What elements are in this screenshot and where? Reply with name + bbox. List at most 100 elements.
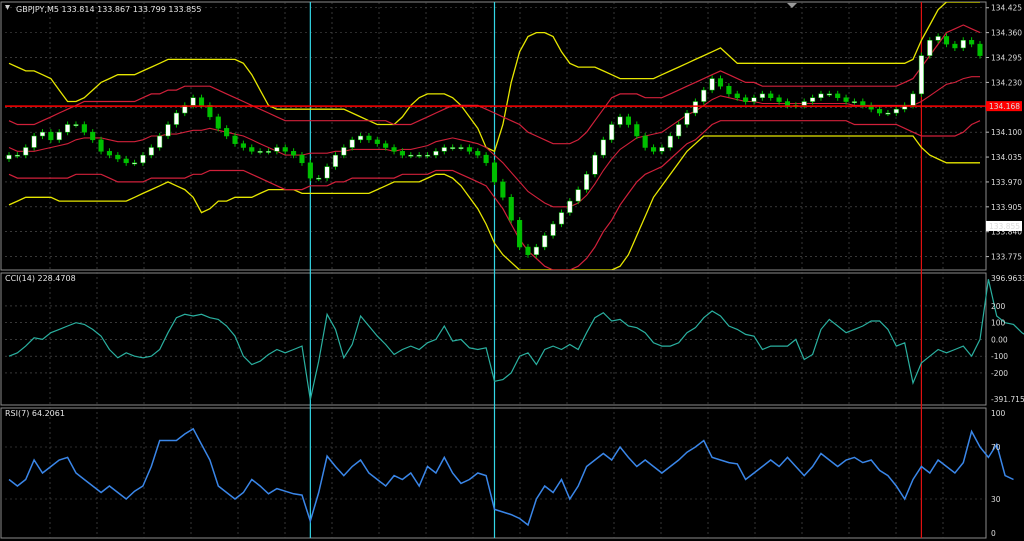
price-level-label: 134.168 — [989, 102, 1020, 111]
candle-body — [659, 147, 665, 152]
candle-body — [424, 154, 431, 157]
candle-body — [23, 147, 29, 156]
cci-tick-label: 200 — [991, 302, 1006, 311]
candle-body — [893, 108, 899, 114]
candle-body — [910, 93, 916, 106]
candle-body — [969, 40, 975, 45]
candle-body — [6, 154, 12, 160]
candle-body — [265, 151, 272, 153]
candle-body — [157, 135, 163, 148]
candle-body — [860, 101, 866, 106]
candle-body — [65, 124, 71, 133]
candle-body — [943, 36, 950, 45]
cci-title: CCI(14) 228.4708 — [5, 274, 76, 283]
cci-tick-label: 100 — [991, 319, 1006, 328]
price-tick-label: 134.035 — [991, 153, 1022, 162]
rsi-tick-label: 100 — [991, 409, 1006, 418]
candle-body — [332, 154, 339, 167]
candle-body — [977, 43, 983, 56]
candle-body — [458, 147, 464, 149]
candle-body — [851, 101, 857, 103]
candle-body — [508, 197, 514, 221]
candle-body — [575, 189, 581, 202]
candle-body — [550, 223, 556, 236]
cci-tick-label: 396.9633 — [991, 274, 1024, 283]
candle-body — [48, 131, 54, 141]
rsi-tick-label: 30 — [991, 495, 1001, 504]
candle-body — [416, 154, 422, 157]
candle-body — [115, 154, 121, 160]
candle-body — [291, 151, 297, 156]
candle-body — [140, 154, 146, 164]
candle-body — [717, 78, 724, 87]
candle-body — [249, 147, 255, 152]
candle-body — [642, 135, 648, 148]
cci-tick-label: -100 — [991, 352, 1008, 361]
candle-body — [952, 43, 958, 49]
candle-body — [232, 135, 238, 144]
candle-body — [592, 154, 598, 175]
candle-body — [450, 147, 456, 149]
rsi-tick-label: 0 — [991, 529, 996, 538]
candle-body — [383, 143, 389, 148]
candle-body — [768, 93, 774, 98]
candle-body — [927, 40, 933, 56]
candle-body — [918, 55, 924, 95]
chart-header: GBPJPY,M5 133.814 133.867 133.799 133.85… — [16, 5, 201, 14]
candle-body — [408, 154, 414, 157]
candle-body — [282, 147, 288, 152]
candle-body — [316, 177, 322, 180]
cci-tick-label: 0.00 — [991, 335, 1008, 344]
candle-body — [617, 116, 623, 125]
candle-body — [106, 151, 112, 156]
candle-body — [625, 116, 631, 125]
candle-body — [374, 139, 380, 144]
candle-body — [90, 131, 96, 141]
candle-body — [39, 131, 46, 137]
candle-body — [600, 139, 606, 156]
candle-body — [433, 151, 439, 156]
candle-body — [676, 124, 682, 137]
candle-body — [826, 93, 832, 96]
candle-body — [475, 151, 481, 156]
candle-body — [517, 219, 523, 248]
candle-body — [81, 124, 87, 133]
candle-body — [567, 200, 573, 213]
candle-body — [391, 147, 397, 152]
candle-body — [491, 162, 498, 183]
candle-body — [98, 139, 104, 152]
candle-body — [776, 97, 782, 102]
candle-body — [835, 93, 841, 98]
rsi-title: RSI(7) 64.2061 — [5, 409, 65, 418]
candle-body — [132, 162, 138, 165]
rsi-tick-label: 70 — [991, 443, 1001, 452]
candle-body — [366, 135, 372, 141]
candle-body — [542, 235, 548, 248]
candle-body — [709, 78, 715, 91]
candle-body — [399, 151, 405, 156]
candle-body — [14, 154, 20, 157]
price-tick-label: 133.775 — [991, 253, 1022, 262]
candle-body — [274, 147, 280, 152]
candle-body — [123, 158, 129, 164]
candle-body — [73, 124, 79, 126]
candle-body — [441, 147, 447, 152]
candle-body — [500, 181, 506, 198]
candle-body — [307, 162, 313, 179]
candle-body — [173, 112, 179, 125]
candle-body — [743, 97, 749, 102]
candle-body — [634, 124, 640, 137]
candle-body — [701, 89, 707, 102]
candle-body — [207, 105, 213, 118]
candle-body — [148, 147, 154, 156]
candle-body — [215, 116, 221, 129]
candle-body — [935, 36, 941, 41]
candle-body — [885, 112, 891, 115]
candle-body — [726, 85, 732, 95]
candle-body — [198, 97, 205, 106]
candle-body — [257, 151, 263, 153]
candle-body — [960, 40, 966, 49]
candle-body — [533, 246, 539, 255]
candle-body — [483, 154, 489, 164]
candle-body — [358, 135, 364, 141]
